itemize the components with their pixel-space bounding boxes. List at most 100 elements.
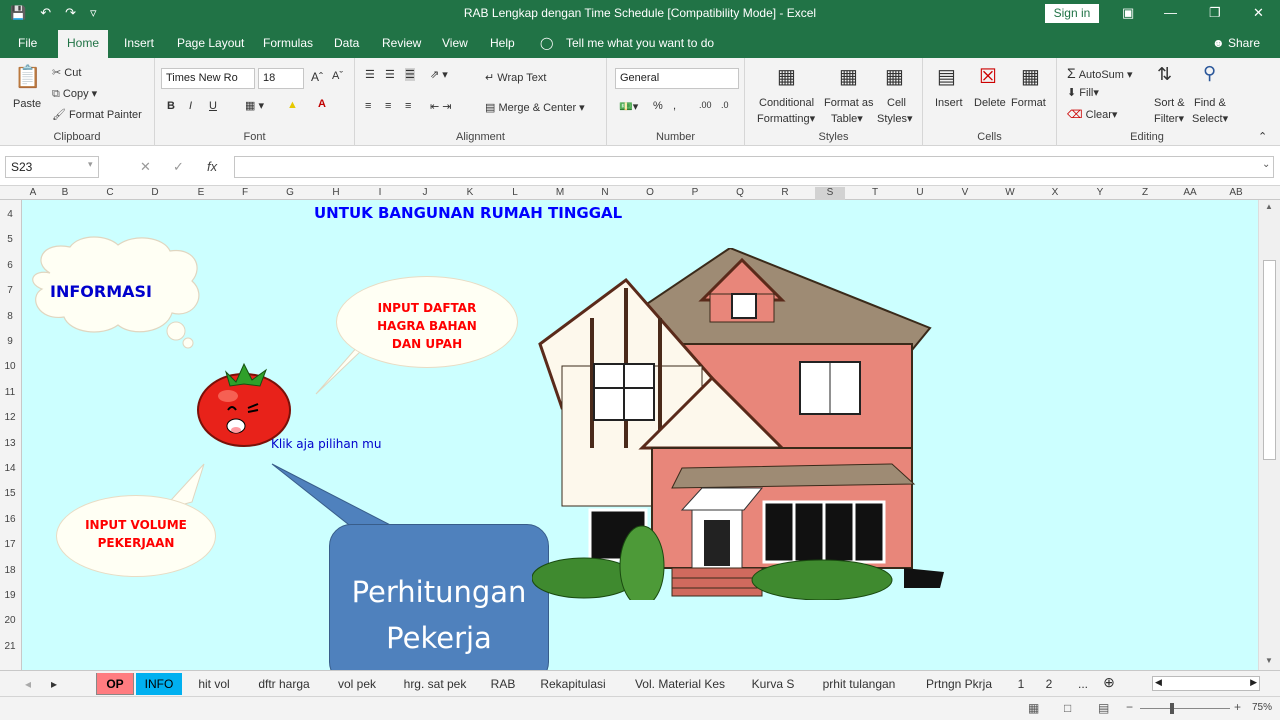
row-header[interactable]: 10 bbox=[0, 361, 20, 372]
align-left-icon[interactable]: ≡ bbox=[365, 100, 371, 112]
row-header[interactable]: 18 bbox=[0, 565, 20, 576]
column-header[interactable]: X bbox=[1040, 187, 1070, 198]
insert-function-icon[interactable]: fx bbox=[207, 159, 217, 174]
row-header[interactable]: 16 bbox=[0, 514, 20, 525]
tab-data[interactable]: Data bbox=[334, 36, 359, 50]
column-header[interactable]: Z bbox=[1130, 187, 1160, 198]
sort-filter-icon[interactable]: ⇅ bbox=[1157, 64, 1172, 85]
percent-icon[interactable]: % bbox=[653, 100, 663, 112]
cell-styles-label2[interactable]: Styles▾ bbox=[877, 112, 913, 125]
sheet-tab-prhit-tulangan[interactable]: prhit tulangan bbox=[810, 673, 908, 695]
font-name-combo[interactable]: Times New Ro bbox=[161, 68, 255, 89]
sheet-tab-vol-pek[interactable]: vol pek bbox=[328, 673, 386, 695]
conditional-formatting-icon[interactable]: ▦ bbox=[777, 64, 796, 89]
restore-icon[interactable]: ❐ bbox=[1209, 5, 1221, 21]
number-format-combo[interactable]: General bbox=[615, 68, 739, 89]
ribbon-display-icon[interactable]: ▣ bbox=[1122, 5, 1134, 21]
row-header[interactable]: 17 bbox=[0, 539, 20, 550]
row-header[interactable]: 14 bbox=[0, 463, 20, 474]
column-header[interactable]: E bbox=[186, 187, 216, 198]
name-box-dropdown-icon[interactable]: ▾ bbox=[88, 159, 93, 170]
row-header[interactable]: 15 bbox=[0, 488, 20, 499]
column-header[interactable]: AB bbox=[1221, 187, 1251, 198]
column-header[interactable]: I bbox=[365, 187, 395, 198]
cell-styles-label[interactable]: Cell bbox=[887, 97, 906, 109]
sheet-tab-op[interactable]: OP bbox=[96, 673, 134, 695]
insert-cells-button[interactable]: Insert bbox=[935, 97, 963, 109]
column-header[interactable]: T bbox=[860, 187, 890, 198]
row-header[interactable]: 4 bbox=[0, 209, 20, 220]
row-header[interactable]: 11 bbox=[0, 387, 20, 398]
underline-icon[interactable]: U bbox=[209, 100, 217, 112]
copy-button[interactable]: ⧉ Copy ▾ bbox=[52, 87, 97, 101]
align-right-icon[interactable]: ≡ bbox=[405, 100, 411, 112]
share-button[interactable]: ☻ Share bbox=[1212, 36, 1260, 50]
sheet-tab-hit-vol[interactable]: hit vol bbox=[188, 673, 240, 695]
find-select-label2[interactable]: Select▾ bbox=[1192, 112, 1228, 125]
column-header[interactable]: V bbox=[950, 187, 980, 198]
column-header[interactable]: C bbox=[95, 187, 125, 198]
normal-view-icon[interactable]: ▦ bbox=[1028, 701, 1039, 715]
format-painter-button[interactable]: 🖌 Format Painter bbox=[52, 108, 142, 121]
scroll-down-icon[interactable]: ▼ bbox=[1265, 656, 1273, 665]
tab-file[interactable]: File bbox=[18, 36, 37, 50]
column-header[interactable]: J bbox=[410, 187, 440, 198]
column-header[interactable]: B bbox=[50, 187, 80, 198]
close-icon[interactable]: ✕ bbox=[1253, 5, 1264, 21]
name-box[interactable]: S23 bbox=[5, 156, 99, 178]
decrease-decimal-icon[interactable]: .0 bbox=[721, 100, 729, 110]
tab-help[interactable]: Help bbox=[490, 36, 515, 50]
column-header[interactable]: N bbox=[590, 187, 620, 198]
bold-icon[interactable]: B bbox=[167, 100, 175, 112]
column-header[interactable]: H bbox=[321, 187, 351, 198]
align-center-icon[interactable]: ≡ bbox=[385, 100, 391, 112]
row-header[interactable]: 20 bbox=[0, 615, 20, 626]
cell-styles-icon[interactable]: ▦ bbox=[885, 64, 904, 89]
next-sheet-icon[interactable]: ▸ bbox=[48, 673, 60, 695]
expand-formula-icon[interactable]: ⌄ bbox=[1262, 159, 1270, 170]
info-cloud-label[interactable]: INFORMASI bbox=[50, 282, 152, 301]
formula-input[interactable] bbox=[234, 156, 1274, 178]
add-sheet-icon[interactable]: ⊕ bbox=[1098, 673, 1120, 695]
format-cells-icon[interactable]: ▦ bbox=[1021, 64, 1040, 89]
row-header[interactable]: 8 bbox=[0, 311, 20, 322]
scroll-left-icon[interactable]: ◀ bbox=[1155, 677, 1162, 688]
cut-button[interactable]: ✂ Cut bbox=[52, 66, 81, 79]
sheet-tab-info[interactable]: INFO bbox=[136, 673, 182, 695]
column-header[interactable]: M bbox=[545, 187, 575, 198]
align-middle-icon[interactable]: ☰ bbox=[385, 68, 395, 81]
column-header[interactable]: O bbox=[635, 187, 665, 198]
conditional-formatting-label[interactable]: Conditional bbox=[759, 97, 814, 109]
paste-icon[interactable]: 📋 bbox=[14, 64, 41, 90]
input-volume-bubble[interactable]: INPUT VOLUME PEKERJAAN bbox=[56, 495, 216, 577]
sort-filter-label[interactable]: Sort & bbox=[1154, 97, 1185, 109]
column-header[interactable]: W bbox=[995, 187, 1025, 198]
column-header[interactable]: D bbox=[140, 187, 170, 198]
accounting-icon[interactable]: 💵▾ bbox=[619, 100, 638, 113]
column-header[interactable]: G bbox=[275, 187, 305, 198]
tab-review[interactable]: Review bbox=[382, 36, 421, 50]
vertical-scroll-thumb[interactable] bbox=[1263, 260, 1276, 460]
worksheet[interactable]: UNTUK BANGUNAN RUMAH TINGGAL INFORMASI I… bbox=[22, 200, 1258, 670]
sheet-tab-kurva-s[interactable]: Kurva S bbox=[742, 673, 804, 695]
zoom-level[interactable]: 75% bbox=[1252, 702, 1272, 713]
conditional-formatting-label2[interactable]: Formatting▾ bbox=[757, 112, 815, 125]
column-header[interactable]: P bbox=[680, 187, 710, 198]
align-top-icon[interactable]: ☰ bbox=[365, 68, 375, 81]
format-as-table-label2[interactable]: Table▾ bbox=[831, 112, 863, 125]
zoom-out-icon[interactable]: − bbox=[1126, 700, 1133, 714]
row-header[interactable]: 13 bbox=[0, 438, 20, 449]
column-header[interactable]: F bbox=[230, 187, 260, 198]
find-select-label[interactable]: Find & bbox=[1194, 97, 1226, 109]
input-daftar-harga-bubble[interactable]: INPUT DAFTAR HAGRA BAHAN DAN UPAH bbox=[336, 276, 518, 368]
tell-me-search[interactable]: Tell me what you want to do bbox=[566, 36, 714, 50]
sign-in-button[interactable]: Sign in bbox=[1045, 4, 1099, 23]
merge-center-button[interactable]: ▤ Merge & Center ▾ bbox=[485, 101, 585, 114]
find-select-icon[interactable]: ⚲ bbox=[1203, 63, 1216, 84]
increase-decimal-icon[interactable]: .00 bbox=[699, 100, 712, 110]
autosum-button[interactable]: Σ AutoSum ▾ bbox=[1067, 65, 1133, 81]
italic-icon[interactable]: I bbox=[189, 100, 192, 112]
sort-filter-label2[interactable]: Filter▾ bbox=[1154, 112, 1184, 125]
cancel-icon[interactable]: ✕ bbox=[140, 159, 151, 175]
more-sheets-button[interactable]: ... bbox=[1072, 673, 1094, 695]
